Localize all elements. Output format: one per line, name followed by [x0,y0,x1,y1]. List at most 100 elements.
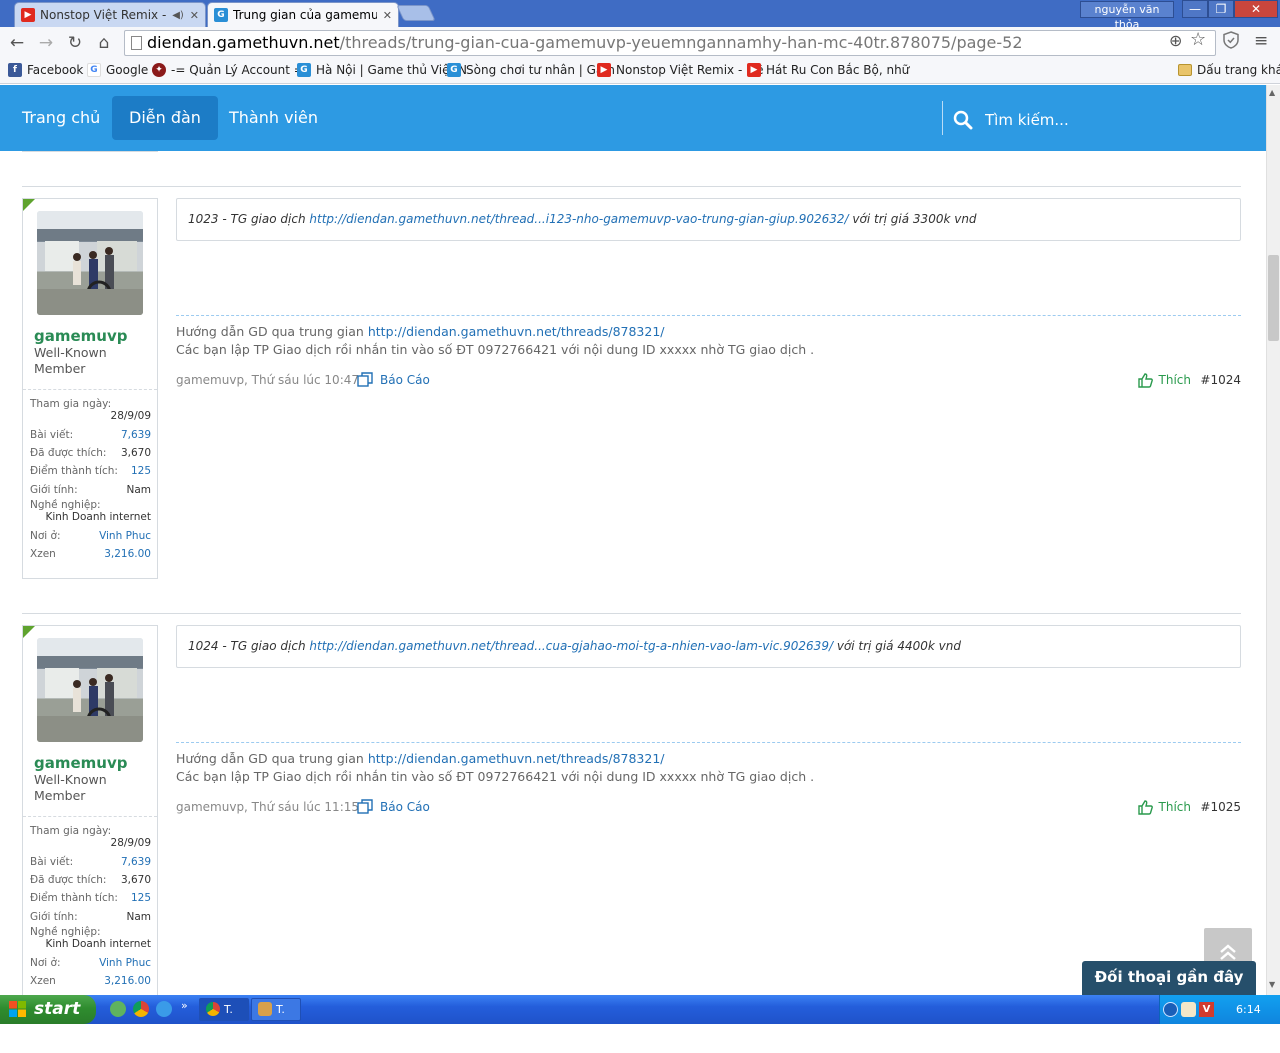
recent-conversations-button[interactable]: Đối thoại gần đây [1082,961,1256,995]
site-navbar: Trang chủ Diễn đàn Thành viên [0,85,1266,151]
guide-link[interactable]: http://diendan.gamethuvn.net/threads/878… [368,324,665,339]
address-bar[interactable]: diendan.gamethuvn.net/threads/trung-gian… [124,30,1216,56]
bookmark-hat-ru[interactable]: ▶ Hát Ru Con Bắc Bộ, nhữ [747,63,909,77]
more-icon[interactable]: » [181,999,188,1012]
thread-content: gamemuvp Well-Known Member Tham gia ngày… [0,151,1266,995]
tab-trung-gian[interactable]: G Trung gian của gamemuvp + ✕ [207,2,399,27]
stat-posts: Bài viết: 7,639 [30,856,151,869]
search-input[interactable] [985,107,1245,133]
post-message: 1024 - TG giao dịch http://diendan.gamet… [176,625,1241,668]
nav-home[interactable]: Trang chủ [12,96,110,140]
thread-link[interactable]: http://diendan.gamethuvn.net/thread...cu… [309,639,833,653]
ie-icon[interactable] [156,1001,172,1017]
avatar[interactable] [37,211,143,315]
bookmark-google[interactable]: G Google [87,63,148,77]
google-icon: G [87,63,101,77]
scroll-thumb[interactable] [1268,255,1279,341]
username[interactable]: gamemuvp [34,754,128,772]
thread-link[interactable]: http://diendan.gamethuvn.net/thread...i1… [309,212,848,226]
nav-members[interactable]: Thành viên [219,96,328,140]
browser-titlebar: ▶ Nonstop Việt Remix - Liên ◀︎) ✕ G Trun… [0,0,1280,31]
post-number[interactable]: #1025 [1200,797,1241,817]
reload-icon[interactable]: ↻ [64,32,86,54]
tray-arrow-icon[interactable] [1163,1002,1178,1017]
start-button[interactable]: start [0,995,96,1024]
windows-taskbar: start » T. T. V 6:14 PM [0,995,1280,1045]
menu-icon[interactable]: ≡ [1254,31,1268,51]
stat-occupation: Nghề nghiệp: Kinh Doanh internet [30,925,151,950]
user-title: Well-Known Member [34,772,107,803]
thumbs-up-icon [1137,799,1153,815]
tab-title: Nonstop Việt Remix - Liên [40,8,168,22]
chrome-icon[interactable] [133,1001,149,1017]
guide-link[interactable]: http://diendan.gamethuvn.net/threads/878… [368,751,665,766]
stat-gender: Giới tính: Nam [30,910,151,923]
restore-button[interactable]: ❐ [1208,0,1234,18]
taskbar-chrome[interactable]: T. [199,998,249,1021]
scroll-down-icon[interactable]: ▼ [1269,980,1275,989]
report-icon [357,799,373,814]
report-button[interactable]: Báo Cáo [357,797,430,817]
user-title: Well-Known Member [34,345,107,376]
folder-icon [1178,64,1192,76]
user-info-panel: gamemuvp Well-Known Member Tham gia ngày… [22,625,158,995]
game-icon: ✦ [152,63,166,77]
bookmark-nonstop[interactable]: ▶ Nonstop Việt Remix - Liê [597,63,764,77]
avatar[interactable] [37,638,143,742]
prev-userbox-edge [22,151,158,152]
scroll-up-icon[interactable]: ▲ [1269,88,1275,97]
back-icon[interactable]: ← [6,32,28,54]
report-button[interactable]: Báo Cáo [357,370,430,390]
post-divider [22,186,1241,187]
bookmark-ha-noi[interactable]: G Hà Nội | Game thủ Việt N [297,63,467,77]
bookmark-song-choi[interactable]: G Sòng chơi tư nhân | Gam [447,63,615,77]
star-icon[interactable]: ☆ [1190,29,1206,50]
bookmark-facebook[interactable]: f Facebook [8,63,83,77]
report-icon [357,372,373,387]
online-indicator [23,199,35,211]
tab-nonstop-viet-remix[interactable]: ▶ Nonstop Việt Remix - Liên ◀︎) ✕ [14,2,206,27]
signature: Hướng dẫn GD qua trung gian http://diend… [176,324,815,357]
close-tab-icon[interactable]: ✕ [383,9,392,22]
stat-xzen: Xzen 3,216.00 [30,975,151,988]
search-icon[interactable] [953,110,973,130]
stat-gender: Giới tính: Nam [30,483,151,496]
post-message: 1023 - TG giao dịch http://diendan.gamet… [176,198,1241,241]
zoom-icon[interactable]: ⊕ [1169,31,1182,50]
signature: Hướng dẫn GD qua trung gian http://diend… [176,751,815,784]
signature-divider [176,742,1241,743]
username[interactable]: gamemuvp [34,327,128,345]
stat-posts: Bài viết: 7,639 [30,429,151,442]
chevron-up-icon [1220,944,1236,960]
minimize-button[interactable]: — [1182,0,1208,18]
antivirus-icon[interactable]: V [1199,1002,1214,1017]
windows-flag-icon [9,1001,26,1017]
stat-likes: Đã được thích: 3,670 [30,874,151,887]
bookmark-quan-ly-account[interactable]: ✦ -= Quản Lý Account =- [152,63,308,77]
post-number[interactable]: #1024 [1200,370,1241,390]
tray-app-icon[interactable] [1181,1002,1196,1017]
stat-join-date: Tham gia ngày: 28/9/09 [30,398,151,422]
taskbar-app[interactable]: T. [251,998,301,1021]
post-meta: gamemuvp, Thứ sáu lúc 10:47 Báo Cáo Thíc… [176,370,1241,390]
post-author-time[interactable]: gamemuvp, Thứ sáu lúc 11:15 [176,800,359,814]
nav-forum[interactable]: Diễn đàn [112,96,218,140]
home-icon[interactable]: ⌂ [93,32,115,54]
bookmark-other[interactable]: Dấu trang khác [1178,63,1280,77]
like-button[interactable]: Thích [1137,370,1191,390]
close-tab-icon[interactable]: ✕ [190,9,199,22]
shield-icon[interactable] [1223,31,1239,53]
search-divider [942,101,943,135]
youtube-icon: ▶ [21,8,35,22]
like-button[interactable]: Thích [1137,797,1191,817]
tab-title: Trung gian của gamemuvp + [233,8,377,22]
post-author-time[interactable]: gamemuvp, Thứ sáu lúc 10:47 [176,373,359,387]
clock[interactable]: 6:14 PM [1236,995,1280,1053]
bookmarks-bar: f Facebook G Google ✦ -= Quản Lý Account =-… [0,58,1280,84]
quicklaunch-icon[interactable] [110,1001,126,1017]
new-tab-button[interactable] [396,5,436,21]
page-scrollbar[interactable]: ▲ ▼ [1266,85,1280,995]
forward-icon[interactable]: → [35,32,57,54]
profile-badge[interactable]: nguyễn văn thỏa [1080,1,1174,31]
close-window-button[interactable]: ✕ [1234,0,1278,18]
